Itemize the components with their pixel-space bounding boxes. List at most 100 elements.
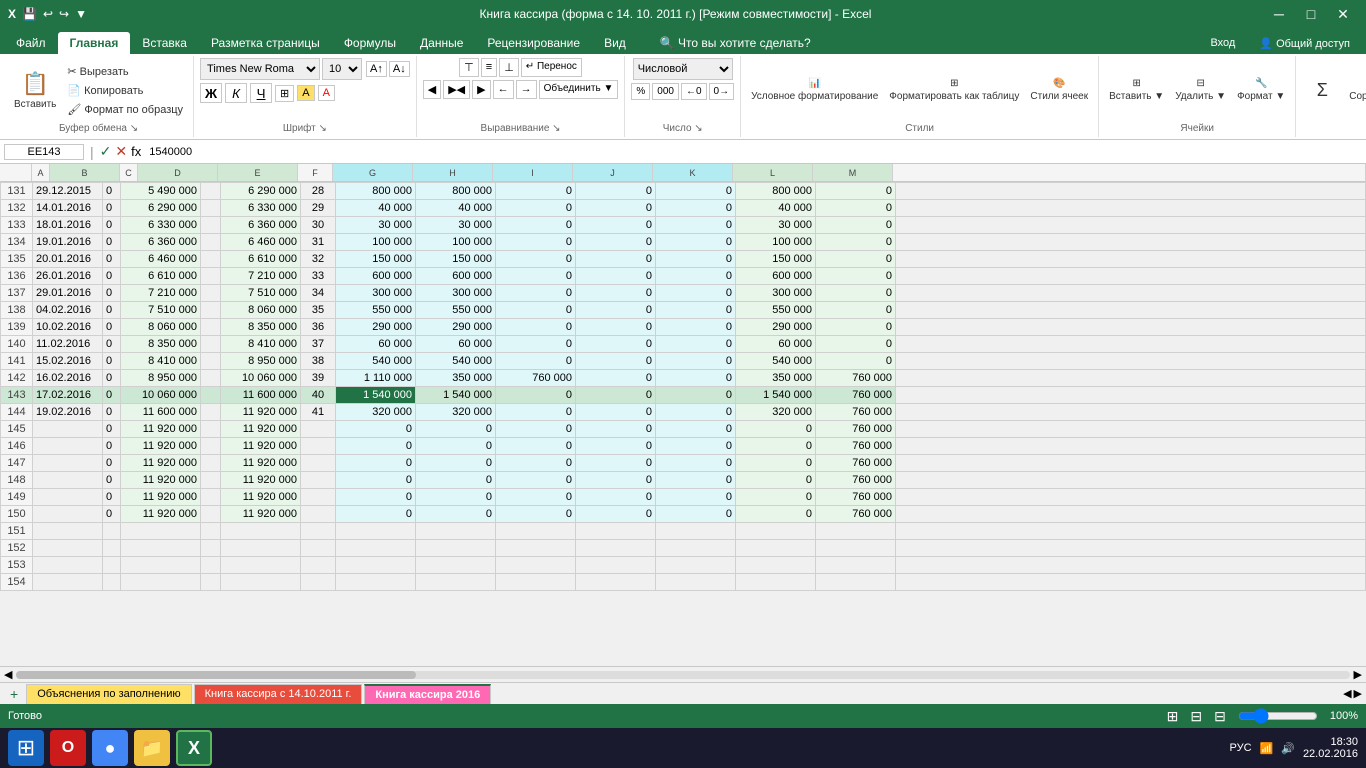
data-cell[interactable] xyxy=(496,540,576,557)
bold-button[interactable]: Ж xyxy=(200,83,222,103)
data-cell[interactable] xyxy=(201,472,221,489)
data-cell[interactable]: 0 xyxy=(816,268,896,285)
data-cell[interactable] xyxy=(301,455,336,472)
data-cell[interactable] xyxy=(816,523,896,540)
date-cell[interactable] xyxy=(33,438,103,455)
empty-cell[interactable] xyxy=(896,387,1366,404)
align-middle-button[interactable]: ≡ xyxy=(481,58,497,77)
data-cell[interactable]: 0 xyxy=(576,302,656,319)
empty-cell[interactable] xyxy=(896,421,1366,438)
data-cell[interactable]: 8 060 000 xyxy=(221,302,301,319)
align-top-button[interactable]: ⊤ xyxy=(459,58,479,77)
data-cell[interactable]: 0 xyxy=(103,404,121,421)
sheet-nav-left[interactable]: ◀ xyxy=(1343,687,1351,700)
data-cell[interactable] xyxy=(201,200,221,217)
data-cell[interactable]: 0 xyxy=(103,506,121,523)
data-cell[interactable]: 0 xyxy=(496,353,576,370)
data-cell[interactable]: 0 xyxy=(496,200,576,217)
copy-button[interactable]: 📄 Копировать xyxy=(63,82,187,99)
data-cell[interactable]: 800 000 xyxy=(736,183,816,200)
empty-cell[interactable] xyxy=(896,285,1366,302)
data-cell[interactable]: 0 xyxy=(576,472,656,489)
data-cell[interactable]: 0 xyxy=(816,251,896,268)
view-layout-icon[interactable]: ⊟ xyxy=(1190,708,1202,725)
data-cell[interactable]: 0 xyxy=(103,319,121,336)
data-cell[interactable]: 40 xyxy=(301,387,336,404)
data-cell[interactable]: 0 xyxy=(576,200,656,217)
data-cell[interactable]: 60 000 xyxy=(736,336,816,353)
data-cell[interactable]: 1 540 000 xyxy=(736,387,816,404)
data-cell[interactable]: 11 920 000 xyxy=(221,489,301,506)
data-cell[interactable]: 30 000 xyxy=(736,217,816,234)
data-cell[interactable] xyxy=(816,574,896,591)
data-cell[interactable]: 0 xyxy=(656,370,736,387)
data-cell[interactable] xyxy=(496,557,576,574)
empty-cell[interactable] xyxy=(896,200,1366,217)
data-cell[interactable]: 0 xyxy=(496,421,576,438)
data-cell[interactable]: 11 920 000 xyxy=(221,438,301,455)
data-cell[interactable]: 0 xyxy=(103,438,121,455)
data-cell[interactable]: 11 920 000 xyxy=(221,506,301,523)
check-icon[interactable]: ✓ xyxy=(100,143,112,160)
data-cell[interactable] xyxy=(656,523,736,540)
data-cell[interactable] xyxy=(121,540,201,557)
empty-cell[interactable] xyxy=(896,523,1366,540)
data-cell[interactable]: 0 xyxy=(576,251,656,268)
data-cell[interactable]: 34 xyxy=(301,285,336,302)
data-cell[interactable]: 0 xyxy=(496,489,576,506)
data-cell[interactable]: 30 000 xyxy=(336,217,416,234)
data-cell[interactable]: 0 xyxy=(816,353,896,370)
empty-cell[interactable] xyxy=(896,438,1366,455)
data-cell[interactable] xyxy=(576,540,656,557)
data-cell[interactable]: 0 xyxy=(496,183,576,200)
tab-search[interactable]: 🔍 Что вы хотите сделать? xyxy=(648,32,823,54)
data-cell[interactable] xyxy=(221,540,301,557)
font-color-button[interactable]: А xyxy=(318,85,335,101)
data-cell[interactable]: 0 xyxy=(816,217,896,234)
insert-function-icon[interactable]: fx xyxy=(131,144,141,159)
data-cell[interactable]: 6 290 000 xyxy=(121,200,201,217)
data-cell[interactable]: 100 000 xyxy=(336,234,416,251)
data-cell[interactable]: 0 xyxy=(576,438,656,455)
comma-button[interactable]: 000 xyxy=(652,83,679,100)
data-cell[interactable]: 1 110 000 xyxy=(336,370,416,387)
data-cell[interactable]: 320 000 xyxy=(336,404,416,421)
sheet-nav-right[interactable]: ▶ xyxy=(1354,687,1362,700)
scrollbar-track[interactable] xyxy=(16,671,1349,679)
data-cell[interactable]: 290 000 xyxy=(736,319,816,336)
sheet-tab-explanations[interactable]: Объяснения по заполнению xyxy=(26,684,191,704)
data-cell[interactable] xyxy=(221,557,301,574)
date-cell[interactable] xyxy=(33,506,103,523)
data-cell[interactable]: 0 xyxy=(496,336,576,353)
file-explorer-icon[interactable]: 📁 xyxy=(134,730,170,766)
data-cell[interactable]: 0 xyxy=(496,387,576,404)
data-cell[interactable]: 0 xyxy=(576,421,656,438)
data-cell[interactable] xyxy=(201,302,221,319)
data-cell[interactable]: 0 xyxy=(816,183,896,200)
paste-button[interactable]: 📋 Вставить xyxy=(10,69,60,112)
data-cell[interactable]: 540 000 xyxy=(416,353,496,370)
data-cell[interactable]: 0 xyxy=(656,268,736,285)
data-cell[interactable]: 1 540 000 xyxy=(416,387,496,404)
share-button[interactable]: 👤 Общий доступ xyxy=(1247,32,1362,54)
data-cell[interactable]: 6 460 000 xyxy=(221,234,301,251)
data-cell[interactable]: 0 xyxy=(576,387,656,404)
data-cell[interactable]: 0 xyxy=(103,217,121,234)
data-cell[interactable]: 0 xyxy=(496,472,576,489)
tab-formulas[interactable]: Формулы xyxy=(332,32,408,54)
data-cell[interactable] xyxy=(336,574,416,591)
col-header-l[interactable]: L xyxy=(733,164,813,181)
data-cell[interactable] xyxy=(201,234,221,251)
indent-inc-button[interactable]: → xyxy=(516,80,537,99)
excel-taskbar-icon[interactable]: X xyxy=(176,730,212,766)
data-cell[interactable]: 550 000 xyxy=(336,302,416,319)
data-cell[interactable]: 0 xyxy=(576,268,656,285)
data-cell[interactable]: 300 000 xyxy=(736,285,816,302)
data-cell[interactable] xyxy=(301,506,336,523)
data-cell[interactable]: 0 xyxy=(103,234,121,251)
data-cell[interactable]: 0 xyxy=(656,421,736,438)
date-cell[interactable]: 19.01.2016 xyxy=(33,234,103,251)
data-cell[interactable]: 0 xyxy=(576,217,656,234)
data-cell[interactable]: 100 000 xyxy=(416,234,496,251)
empty-cell[interactable] xyxy=(896,353,1366,370)
